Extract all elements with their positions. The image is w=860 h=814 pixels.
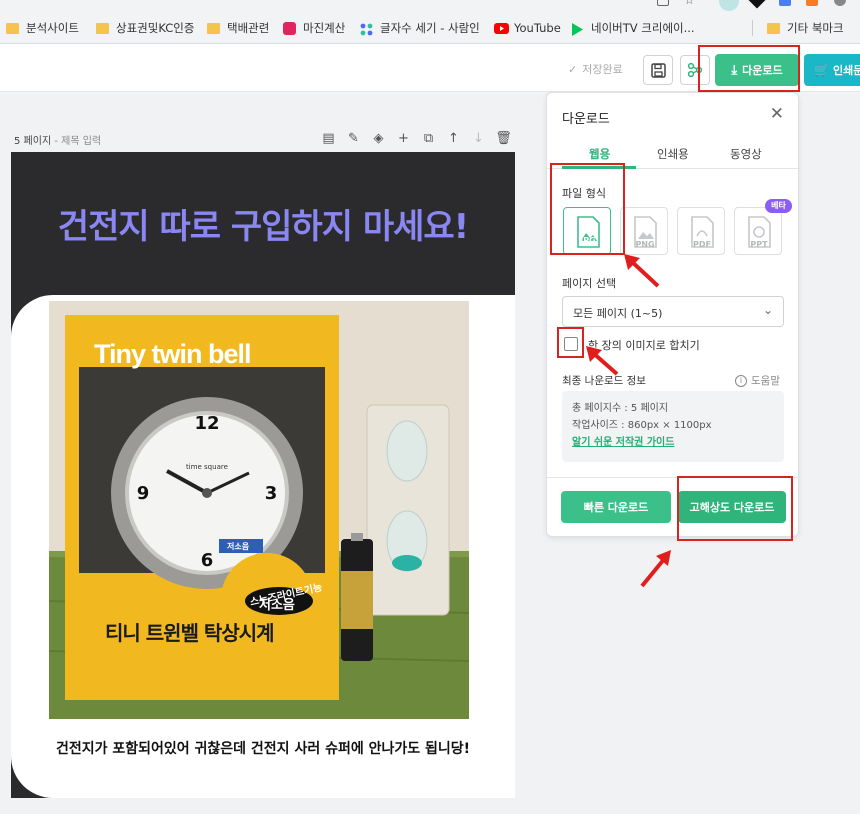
extension-icon[interactable]: [748, 0, 766, 9]
margin-calc-icon: [283, 21, 296, 35]
star-icon[interactable]: ☆: [684, 0, 695, 7]
beta-badge: 베타: [765, 199, 792, 213]
navertv-icon: [571, 22, 584, 36]
bookmark-item[interactable]: 마진계산: [283, 19, 345, 37]
download-info-box: 총 페이지수 : 5 페이지 작업사이즈 : 860px × 1100px 알기…: [562, 391, 784, 462]
memo-icon[interactable]: ▤: [316, 130, 341, 146]
chevron-down-icon: ⌄: [762, 303, 773, 317]
move-up-icon[interactable]: ↑: [441, 130, 466, 146]
youtube-icon: [494, 22, 509, 34]
help-link[interactable]: i 도움말: [735, 373, 780, 388]
annotation-arrow-icon: [586, 346, 619, 376]
bookmark-label: 분석사이트: [26, 21, 79, 35]
annotation-box-format: [550, 163, 625, 255]
annotation-box-download: [698, 45, 800, 92]
bookmark-label: 상표권및KC인증: [116, 21, 195, 35]
page-select-dropdown[interactable]: 모든 페이지 (1~5) ⌄: [562, 296, 784, 327]
share-icon[interactable]: [657, 0, 669, 6]
format-ppt-button[interactable]: PPT: [734, 207, 782, 255]
bookmark-item[interactable]: 분석사이트: [6, 19, 79, 37]
format-pdf-button[interactable]: PDF: [677, 207, 725, 255]
duplicate-icon[interactable]: ⧉: [416, 130, 441, 146]
svg-text:12: 12: [194, 413, 219, 434]
bookmark-label: 택배관련: [227, 21, 270, 35]
tab-web[interactable]: 웹용: [589, 146, 610, 162]
print-button-label: 인쇄문: [832, 64, 860, 77]
caption-text[interactable]: 건전지가 포함되어있어 귀찮은데 건전지 사러 슈퍼에 안나가도 됩니당!: [11, 738, 515, 758]
bookmark-item[interactable]: YouTube: [494, 19, 561, 37]
extension-icon[interactable]: [719, 0, 739, 11]
bookmark-item[interactable]: 글자수 세기 - 사람인: [360, 19, 480, 37]
bookmark-label: 글자수 세기 - 사람인: [380, 21, 480, 35]
product-name-text: 티니 트윈벨 탁상시계: [105, 621, 275, 645]
help-label: 도움말: [751, 375, 780, 387]
bookmark-label: 기타 북마크: [787, 21, 844, 35]
product-photo[interactable]: 12 3 6 9 Tiny twin bell 티니 트윈벨 탁상시계 스누즈라…: [49, 301, 469, 719]
page-title-placeholder[interactable]: - 제목 입력: [54, 136, 101, 147]
trash-icon[interactable]: 🗑: [491, 130, 516, 146]
download-panel: 다운로드 ✕ 웹용 인쇄용 동영상 파일 형식 JPG PNG PDF PPT …: [546, 92, 800, 537]
product-brand-text: Tiny twin bell: [94, 339, 252, 369]
content-card[interactable]: 12 3 6 9 Tiny twin bell 티니 트윈벨 탁상시계 스누즈라…: [11, 295, 515, 798]
page-tools: ▤ ✎ ◈ + ⧉ ↑ ↓ 🗑: [316, 130, 516, 146]
tab-video[interactable]: 동영상: [730, 146, 762, 162]
magic-icon[interactable]: ✎: [341, 130, 366, 146]
paint-bucket-icon[interactable]: ◈: [366, 130, 391, 146]
tab-print[interactable]: 인쇄용: [657, 146, 689, 162]
check-icon: ✓: [568, 62, 578, 76]
saramin-icon: [360, 23, 373, 35]
bookmark-label: 네이버TV 크리에이...: [591, 21, 695, 35]
bookmark-item[interactable]: 택배관련: [207, 19, 269, 37]
format-png-label: PNG: [635, 240, 655, 249]
extension-icon[interactable]: [834, 0, 846, 6]
close-icon[interactable]: ✕: [770, 104, 784, 124]
annotation-box-checkbox: [557, 327, 584, 358]
folder-icon: [6, 22, 19, 34]
info-icon: i: [735, 374, 747, 387]
panel-title: 다운로드: [562, 112, 610, 127]
folder-icon: [96, 22, 109, 34]
page-number: 5 페이지: [14, 136, 52, 147]
page-select-label: 페이지 선택: [562, 277, 617, 290]
bookmarks-bar: 분석사이트 상표권및KC인증 택배관련 마진계산 글자수 세기 - 사람인 Yo…: [0, 0, 860, 44]
floppy-icon: [650, 62, 666, 78]
format-ppt-label: PPT: [750, 240, 768, 249]
extension-icon[interactable]: [779, 0, 791, 6]
save-button[interactable]: [643, 55, 673, 85]
fast-download-button[interactable]: 빠른 다운로드: [561, 491, 671, 523]
page-select-value: 모든 페이지 (1~5): [573, 307, 663, 320]
format-png-button[interactable]: PNG: [620, 207, 668, 255]
copyright-guide-link[interactable]: 알기 쉬운 저작권 가이드: [572, 434, 774, 451]
folder-icon: [767, 22, 780, 34]
bookmark-item[interactable]: 상표권및KC인증: [96, 19, 194, 37]
save-status-label: 저장완료: [582, 63, 623, 76]
print-order-button[interactable]: 🛒 인쇄문: [804, 54, 860, 86]
bookmark-item[interactable]: 기타 북마크: [767, 19, 844, 37]
folder-icon: [207, 22, 220, 34]
bookmark-item[interactable]: 네이버TV 크리에이...: [571, 19, 695, 37]
format-pdf-label: PDF: [693, 240, 711, 249]
svg-text:3: 3: [265, 483, 278, 504]
product-badge-text: 저소음: [259, 598, 295, 613]
total-pages-text: 총 페이지수 : 5 페이지: [572, 403, 669, 414]
cart-icon: 🛒: [814, 63, 829, 77]
clock-brand-text: time square: [186, 463, 228, 471]
bookmark-divider: [752, 20, 753, 36]
headline-text[interactable]: 건전지 따로 구입하지 마세요!: [11, 199, 515, 248]
extension-icon[interactable]: [806, 0, 818, 6]
design-canvas[interactable]: 건전지 따로 구입하지 마세요! 12 3 6 9 Tiny twin bell…: [11, 152, 515, 798]
svg-text:6: 6: [201, 550, 214, 571]
annotation-arrow-icon: [640, 550, 671, 588]
annotation-box-hq: [677, 476, 793, 541]
work-size-text: 작업사이즈 : 860px × 1100px: [572, 420, 712, 431]
bookmark-label: YouTube: [514, 21, 561, 35]
svg-text:9: 9: [137, 483, 150, 504]
move-down-icon: ↓: [473, 130, 484, 146]
bookmark-label: 마진계산: [303, 21, 346, 35]
clock-badge-text: 저소음: [227, 542, 250, 551]
page-title[interactable]: 5 페이지 - 제목 입력: [14, 132, 101, 147]
add-page-icon[interactable]: +: [391, 130, 416, 146]
save-status: ✓ 저장완료: [568, 61, 623, 77]
annotation-arrow-icon: [624, 254, 660, 288]
